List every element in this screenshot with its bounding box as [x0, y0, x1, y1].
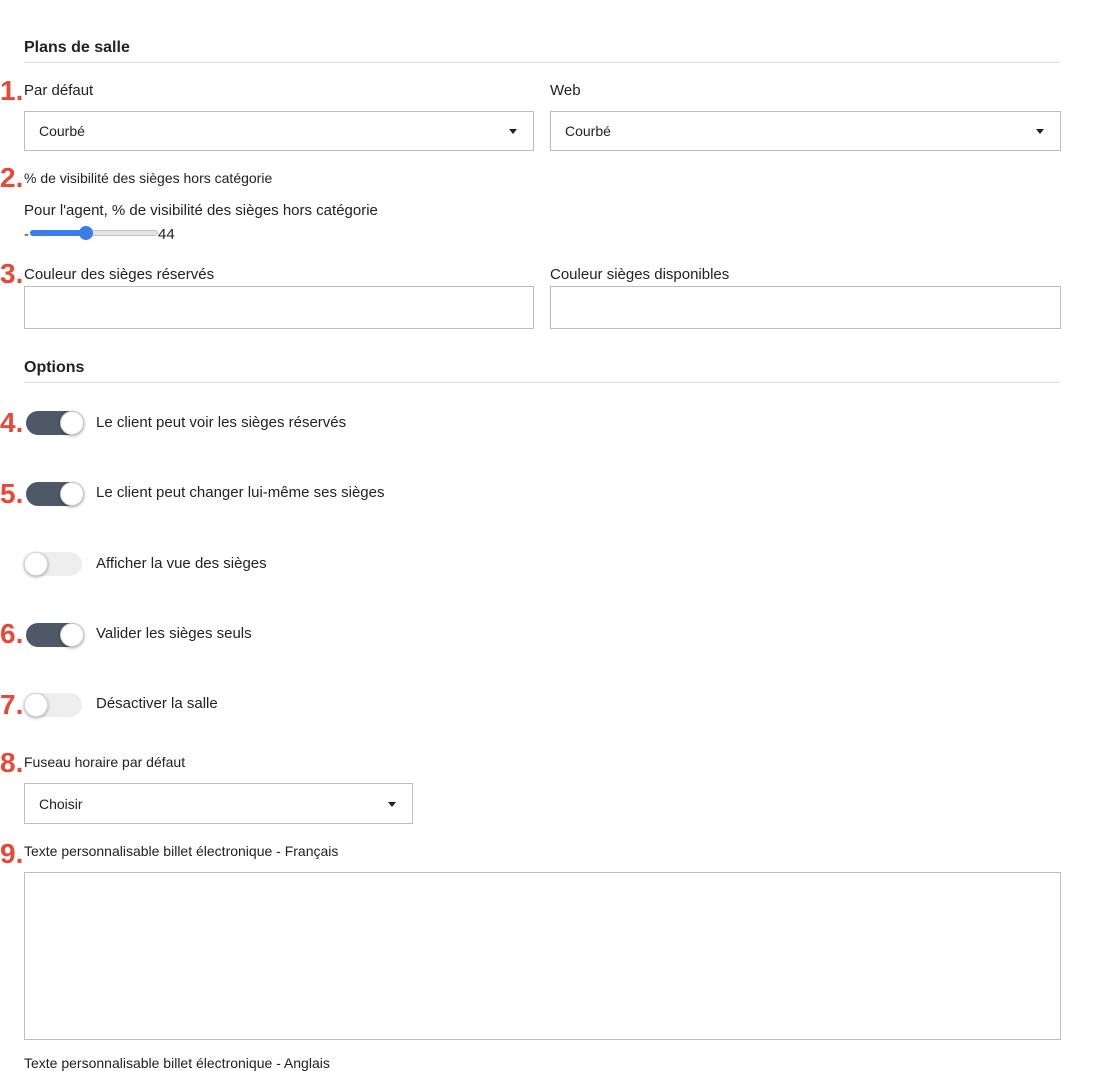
step-marker-1: 1.: [0, 75, 24, 106]
step-marker-5: 5.: [0, 478, 24, 509]
toggle-label-disable-room: Désactiver la salle: [96, 695, 218, 712]
chevron-down-icon: [388, 801, 396, 807]
available-color-input[interactable]: [550, 286, 1061, 329]
agent-visibility-label: Pour l'agent, % de visibilité des sièges…: [24, 202, 378, 219]
toggle-label-see-reserved-seats: Le client peut voir les sièges réservés: [96, 414, 347, 431]
chevron-down-icon: [509, 129, 517, 134]
toggle-validate-single-seats[interactable]: [26, 623, 84, 647]
toggle-change-seats[interactable]: [26, 482, 84, 506]
chevron-down-icon: [1036, 129, 1044, 134]
toggle-label-change-seats: Le client peut changer lui-même ses sièg…: [96, 484, 385, 501]
slider-fill: [30, 230, 87, 236]
step-marker-8: 8.: [0, 747, 24, 778]
slider-value: 44: [158, 226, 175, 243]
toggle-knob: [60, 623, 84, 647]
step-marker-6: 6.: [0, 618, 24, 649]
toggle-see-reserved-seats[interactable]: [26, 411, 84, 435]
toggle-label-validate-single-seats: Valider les sièges seuls: [96, 625, 252, 642]
visibility-label: % de visibilité des sièges hors catégori…: [24, 170, 273, 186]
ticket-text-en-label: Texte personnalisable billet électroniqu…: [24, 1055, 330, 1071]
reserved-color-label: Couleur des sièges réservés: [24, 266, 215, 283]
step-marker-4: 4.: [0, 407, 24, 438]
section-divider: [24, 62, 1061, 63]
step-marker-9: 9.: [0, 838, 24, 869]
slider-thumb[interactable]: [79, 226, 94, 240]
step-marker-2: 2.: [0, 162, 24, 193]
section-title-seat-plans: Plans de salle: [24, 39, 130, 56]
section-divider: [24, 382, 1061, 383]
toggle-show-seat-view[interactable]: [24, 552, 82, 576]
ticket-text-fr-textarea[interactable]: [24, 872, 1061, 1040]
available-color-label: Couleur sièges disponibles: [550, 266, 730, 283]
timezone-select[interactable]: Choisir: [24, 783, 413, 824]
default-plan-label: Par défaut: [24, 82, 94, 99]
section-title-options: Options: [24, 359, 85, 376]
ticket-text-fr-label: Texte personnalisable billet électroniqu…: [24, 843, 339, 859]
toggle-knob: [60, 411, 84, 435]
timezone-value: Choisir: [39, 795, 83, 812]
slider-min-text: -: [24, 226, 29, 243]
web-plan-label: Web: [550, 82, 581, 99]
step-marker-3: 3.: [0, 258, 24, 289]
toggle-knob: [24, 693, 48, 717]
toggle-label-show-seat-view: Afficher la vue des sièges: [96, 555, 267, 572]
web-plan-value: Courbé: [565, 123, 611, 139]
reserved-color-input[interactable]: [24, 286, 534, 329]
default-plan-value: Courbé: [39, 123, 85, 139]
web-plan-select[interactable]: Courbé: [550, 111, 1061, 151]
timezone-label: Fuseau horaire par défaut: [24, 754, 186, 770]
toggle-knob: [60, 482, 84, 506]
toggle-disable-room[interactable]: [24, 693, 82, 717]
visibility-slider[interactable]: [30, 225, 158, 241]
step-marker-7: 7.: [0, 689, 24, 720]
toggle-knob: [24, 552, 48, 576]
default-plan-select[interactable]: Courbé: [24, 111, 534, 151]
